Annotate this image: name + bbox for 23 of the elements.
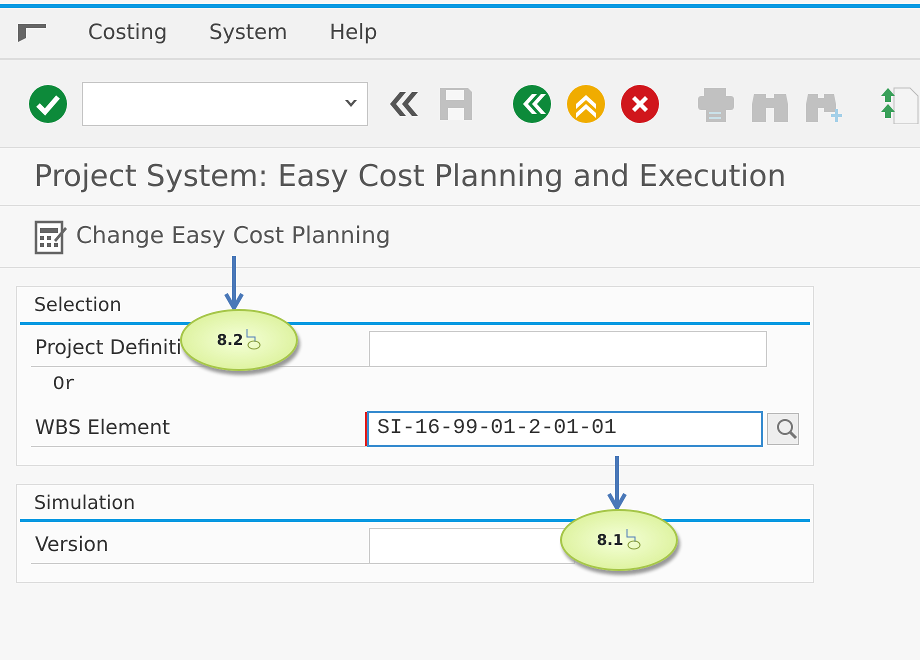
dropdown-caret-icon[interactable]: [345, 100, 357, 108]
input-field[interactable]: SI-16-99-01-2-01-01: [367, 410, 763, 446]
up-chevron-circle-icon[interactable]: [566, 84, 606, 124]
change-easy-cost-planning-button[interactable]: Change Easy Cost Planning: [34, 218, 390, 254]
command-field[interactable]: [82, 82, 368, 126]
field-label: Version: [31, 529, 369, 564]
or-label: Or: [52, 372, 76, 397]
callout-arrow: [224, 256, 244, 310]
back-circle-icon[interactable]: [512, 84, 552, 124]
input-field[interactable]: [369, 528, 575, 564]
callout-arrow: [607, 456, 627, 510]
menu-item[interactable]: System: [209, 17, 288, 49]
input-field[interactable]: [369, 330, 767, 366]
callout-number: 8.2: [216, 330, 244, 351]
menu-item[interactable]: Help: [329, 17, 378, 49]
calculator-sheet-icon: [34, 218, 68, 254]
menu-icon[interactable]: [18, 24, 46, 42]
menu-item[interactable]: Costing: [88, 17, 168, 49]
field-label: WBS Element: [31, 412, 368, 446]
search-help-icon[interactable]: [767, 412, 799, 444]
enter-check-icon[interactable]: [28, 84, 68, 124]
cancel-icon[interactable]: [620, 84, 660, 124]
callout-number: 8.1: [596, 530, 624, 551]
